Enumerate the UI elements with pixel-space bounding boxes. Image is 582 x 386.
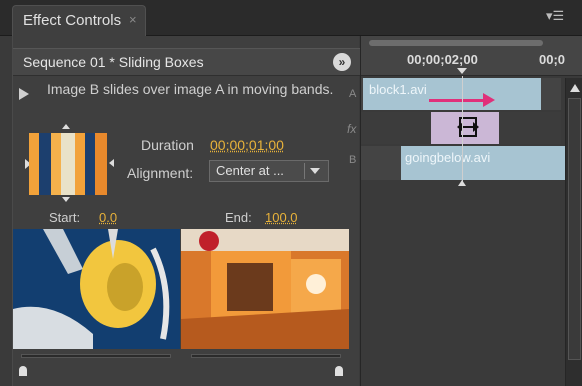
transition-clip[interactable] (431, 112, 499, 144)
playhead-bottom-icon (458, 180, 466, 186)
transition-preview (25, 133, 111, 195)
mini-timeline: 00;00;02;00 00;0 A fx B block1.avi going… (360, 36, 582, 386)
end-value[interactable]: 100.0 (265, 210, 298, 225)
panel-tab-bar: Effect Controls × ▾☰ (0, 0, 582, 36)
playhead-line[interactable] (462, 76, 463, 186)
duration-value[interactable]: 00;00;01;00 (210, 137, 284, 153)
play-icon[interactable] (19, 88, 29, 100)
sequence-title: Sequence 01 * Sliding Boxes (23, 54, 204, 70)
select-divider (304, 163, 305, 179)
image-b-preview (181, 229, 349, 349)
timecode-label: 00;00;02;00 (407, 52, 478, 67)
end-slider[interactable] (191, 354, 341, 358)
alignment-select[interactable]: Center at ... (209, 160, 329, 182)
scrollbar-thumb[interactable] (568, 98, 581, 360)
effect-controls-panel: Sequence 01 * Sliding Boxes » Image B sl… (12, 36, 359, 386)
clip-a-label: block1.avi (369, 82, 427, 97)
alignment-value: Center at ... (216, 163, 284, 178)
scroll-up-icon[interactable] (570, 84, 580, 92)
timecode-label: 00;0 (539, 52, 565, 67)
transition-icon (457, 113, 479, 141)
clip-a[interactable]: block1.avi (363, 78, 541, 110)
vertical-scrollbar[interactable] (565, 78, 582, 386)
direction-arrow-line (429, 99, 485, 102)
close-icon[interactable]: × (129, 12, 137, 27)
arrow-right-icon (483, 93, 495, 107)
start-slider[interactable] (21, 354, 171, 358)
start-value[interactable]: 0.0 (99, 210, 117, 225)
start-label: Start: (49, 210, 80, 225)
clip-b-label: goingbelow.avi (405, 150, 490, 165)
zoom-scrollbar[interactable] (369, 40, 543, 46)
dropdown-arrow-icon (310, 168, 320, 174)
playhead-icon[interactable] (457, 68, 467, 74)
tab-label: Effect Controls (23, 12, 121, 29)
tab-effect-controls[interactable]: Effect Controls × (12, 5, 146, 36)
panel-menu-icon[interactable]: ▾☰ (546, 8, 564, 24)
alignment-label: Alignment: (127, 165, 193, 181)
edge-selector-bottom-icon[interactable] (62, 197, 70, 202)
fx-label: fx (347, 122, 356, 136)
track-b-label: B (349, 154, 356, 166)
preview-thumbnail (29, 133, 107, 195)
skip-button-icon[interactable]: » (333, 53, 351, 71)
end-slider-handle[interactable] (335, 366, 343, 376)
start-slider-handle[interactable] (19, 366, 27, 376)
track-a-label: A (349, 88, 356, 100)
edge-selector-top-icon[interactable] (62, 124, 70, 129)
transition-description: Image B slides over image A in moving ba… (47, 81, 347, 98)
duration-label: Duration (141, 137, 194, 153)
clip-b[interactable]: goingbelow.avi (401, 146, 569, 180)
image-a-preview (13, 229, 180, 349)
sequence-header: Sequence 01 * Sliding Boxes » (13, 48, 360, 76)
end-label: End: (225, 210, 252, 225)
edge-selector-right-icon[interactable] (109, 159, 114, 167)
time-ruler[interactable]: 00;00;02;00 00;0 (361, 36, 582, 76)
